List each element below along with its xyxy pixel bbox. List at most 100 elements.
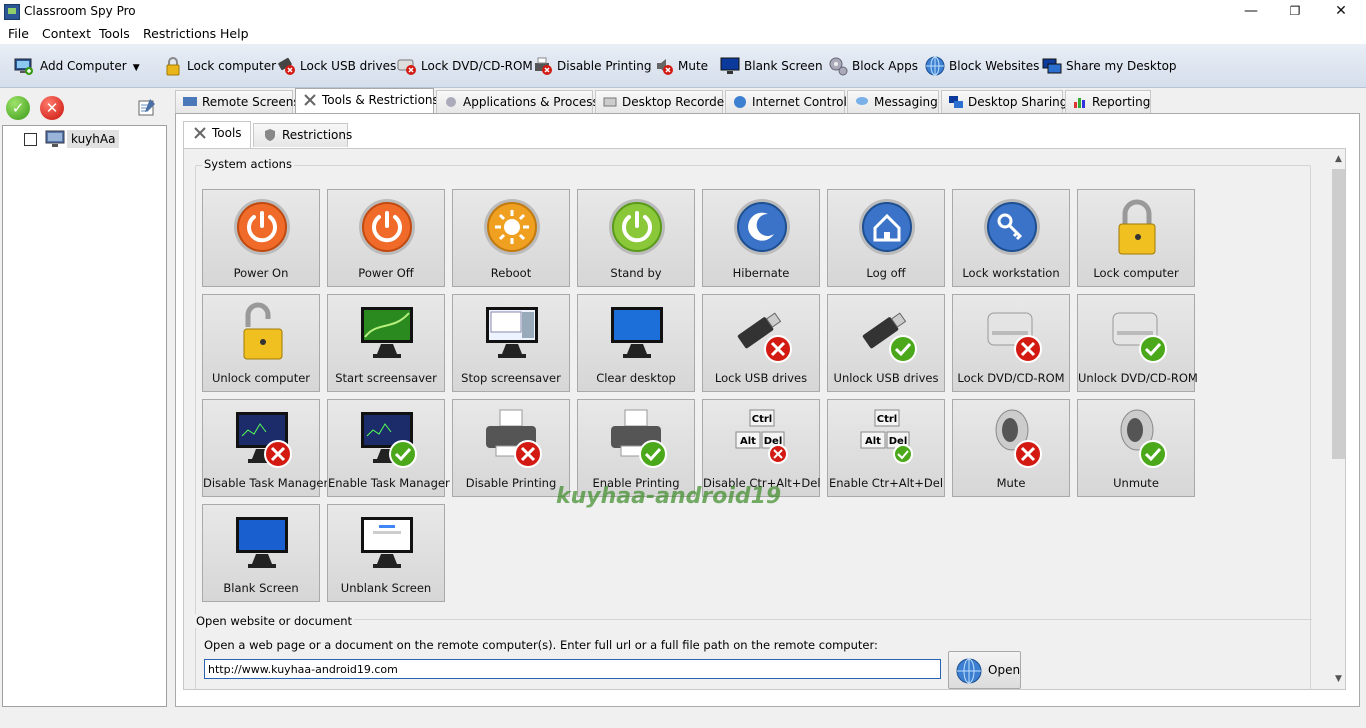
minimize-button[interactable]: —: [1228, 0, 1274, 24]
action-label: Start screensaver: [335, 371, 437, 385]
toolbar-mute[interactable]: Mute: [654, 54, 708, 78]
hibernate-icon: [734, 199, 790, 255]
action-log-off-button[interactable]: Log off: [827, 189, 945, 287]
toolbar-blank-screen[interactable]: Blank Screen: [720, 54, 823, 78]
reboot-icon: [484, 199, 540, 255]
action-disable-ctr-alt-del-button[interactable]: Ctrl Alt Del Disable Ctr+Alt+Del: [702, 399, 821, 497]
tab-label: Tools & Restrictions: [322, 93, 439, 107]
standby-icon: [609, 199, 665, 255]
blank-screen-icon: [236, 517, 288, 568]
action-power-on-button[interactable]: Power On: [202, 189, 320, 287]
tab-messaging[interactable]: Messaging: [847, 90, 939, 114]
toolbar-label: Lock DVD/CD-ROM: [421, 59, 533, 73]
action-unlock-usb-drives-button[interactable]: Unlock USB drives: [827, 294, 945, 392]
action-clear-desktop-button[interactable]: Clear desktop: [577, 294, 695, 392]
action-label: Unlock USB drives: [833, 371, 939, 385]
action-lock-dvd-cd-rom-button[interactable]: Lock DVD/CD-ROM: [952, 294, 1070, 392]
computer-tree: kuyhAa: [2, 125, 167, 707]
tab-label: Desktop Sharing: [968, 95, 1068, 109]
tab-internet-control[interactable]: Internet Control: [725, 90, 847, 114]
edit-list-icon[interactable]: [136, 96, 158, 118]
globe-icon: [925, 56, 945, 76]
action-disable-printing-button[interactable]: Disable Printing: [452, 399, 570, 497]
tools-content: System actions Power On Power Off Reboot St…: [183, 148, 1346, 690]
computer-checkbox[interactable]: [24, 133, 37, 146]
action-lock-usb-drives-button[interactable]: Lock USB drives: [702, 294, 820, 392]
computer-label[interactable]: kuyhAa: [67, 130, 120, 148]
scroll-up-button[interactable]: ▲: [1330, 151, 1345, 167]
toolbar-block-websites[interactable]: Block Websites: [925, 54, 1039, 78]
ctrl-alt-del-enable-icon: CtrlAlt Del: [860, 409, 913, 464]
action-unmute-button[interactable]: Unmute: [1077, 399, 1195, 497]
task-manager-disable-icon: [236, 412, 292, 468]
printer-disable-icon: [535, 57, 552, 75]
toolbar-label: Mute: [678, 59, 709, 73]
toolbar-label: Blank Screen: [744, 59, 823, 73]
menu-bar: File Context Tools Restrictions Help: [0, 24, 1366, 44]
action-power-off-button[interactable]: Power Off: [327, 189, 445, 287]
scroll-down-button[interactable]: ▼: [1330, 671, 1345, 687]
key-icon: [984, 199, 1040, 255]
select-all-button[interactable]: ✓: [6, 96, 30, 120]
scroll-thumb[interactable]: [1332, 169, 1345, 459]
action-unlock-computer-button[interactable]: Unlock computer: [202, 294, 320, 392]
subtab-tools[interactable]: Tools: [183, 121, 251, 148]
logoff-icon: [859, 199, 915, 255]
action-enable-task-manager-button[interactable]: Enable Task Manager: [327, 399, 450, 497]
tab-reporting[interactable]: Reporting: [1065, 90, 1151, 114]
tab-tools-restrictions[interactable]: Tools & Restrictions: [295, 88, 439, 115]
toolbar-label: Block Websites: [949, 59, 1040, 73]
tab-desktop-sharing[interactable]: Desktop Sharing: [941, 90, 1067, 114]
toolbar-lock-dvd[interactable]: Lock DVD/CD-ROM: [397, 54, 533, 78]
action-blank-screen-button[interactable]: Blank Screen: [202, 504, 320, 602]
add-computer-icon: [14, 58, 33, 75]
action-start-screensaver-button[interactable]: Start screensaver: [327, 294, 445, 392]
maximize-button[interactable]: ❐: [1272, 0, 1318, 24]
action-stand-by-button[interactable]: Stand by: [577, 189, 695, 287]
action-hibernate-button[interactable]: Hibernate: [702, 189, 820, 287]
tab-applications-processes[interactable]: Applications & Processes: [436, 90, 612, 114]
action-label: Lock DVD/CD-ROM: [957, 371, 1065, 385]
action-disable-task-manager-button[interactable]: Disable Task Manager: [202, 399, 328, 497]
menu-file[interactable]: File: [8, 26, 29, 41]
action-enable-printing-button[interactable]: Enable Printing: [577, 399, 695, 497]
tab-remote-screens[interactable]: Remote Screens: [175, 90, 300, 114]
menu-help[interactable]: Help: [220, 26, 249, 41]
toolbar-lock-usb[interactable]: Lock USB drives: [276, 54, 396, 78]
tab-label: Internet Control: [752, 95, 847, 109]
add-computer-button[interactable]: Add Computer ▼: [14, 54, 140, 78]
open-button[interactable]: Open: [948, 651, 1021, 689]
app-window: Classroom Spy Pro — ❐ ✕ File Context Too…: [0, 0, 1366, 728]
open-website-group: [204, 619, 1312, 689]
toolbar-share-desktop[interactable]: Share my Desktop: [1042, 54, 1177, 78]
action-label: Log off: [866, 266, 906, 280]
action-mute-button[interactable]: Mute: [952, 399, 1070, 497]
action-lock-computer-button[interactable]: Lock computer: [1077, 189, 1195, 287]
action-stop-screensaver-button[interactable]: Stop screensaver: [452, 294, 570, 392]
power-off-icon: [359, 199, 415, 255]
toolbar-lock-computer[interactable]: Lock computer: [163, 54, 276, 78]
watermark: kuyhaa-android19: [556, 484, 782, 509]
menu-restrictions[interactable]: Restrictions: [143, 26, 216, 41]
action-unlock-dvd-cd-rom-button[interactable]: Unlock DVD/CD-ROM: [1077, 294, 1198, 392]
action-reboot-button[interactable]: Reboot: [452, 189, 570, 287]
vertical-scrollbar[interactable]: ▲ ▼: [1330, 149, 1345, 689]
deselect-all-button[interactable]: ✕: [40, 96, 64, 120]
system-actions-label: System actions: [202, 157, 294, 171]
menu-tools[interactable]: Tools: [99, 26, 130, 41]
toolbar-disable-printing[interactable]: Disable Printing: [533, 54, 652, 78]
subtab-restrictions[interactable]: Restrictions: [253, 123, 352, 147]
action-enable-ctr-alt-del-button[interactable]: Ctrl Alt Del Enable Ctr+Alt+Del: [827, 399, 945, 497]
tab-desktop-recorder[interactable]: Desktop Recorder: [595, 90, 729, 114]
close-button[interactable]: ✕: [1318, 0, 1364, 24]
printer-disable-icon: [486, 409, 542, 468]
action-label: Unlock DVD/CD-ROM: [1078, 371, 1198, 385]
screensaver-icon: [361, 307, 413, 358]
toolbar-block-apps[interactable]: Block Apps: [828, 54, 918, 78]
subtab-label: Tools: [212, 126, 242, 140]
menu-context[interactable]: Context: [42, 26, 91, 41]
action-lock-workstation-button[interactable]: Lock workstation: [952, 189, 1070, 287]
action-unblank-screen-button[interactable]: Unblank Screen: [327, 504, 445, 602]
url-input[interactable]: [204, 659, 941, 679]
action-label: Power On: [233, 266, 289, 280]
